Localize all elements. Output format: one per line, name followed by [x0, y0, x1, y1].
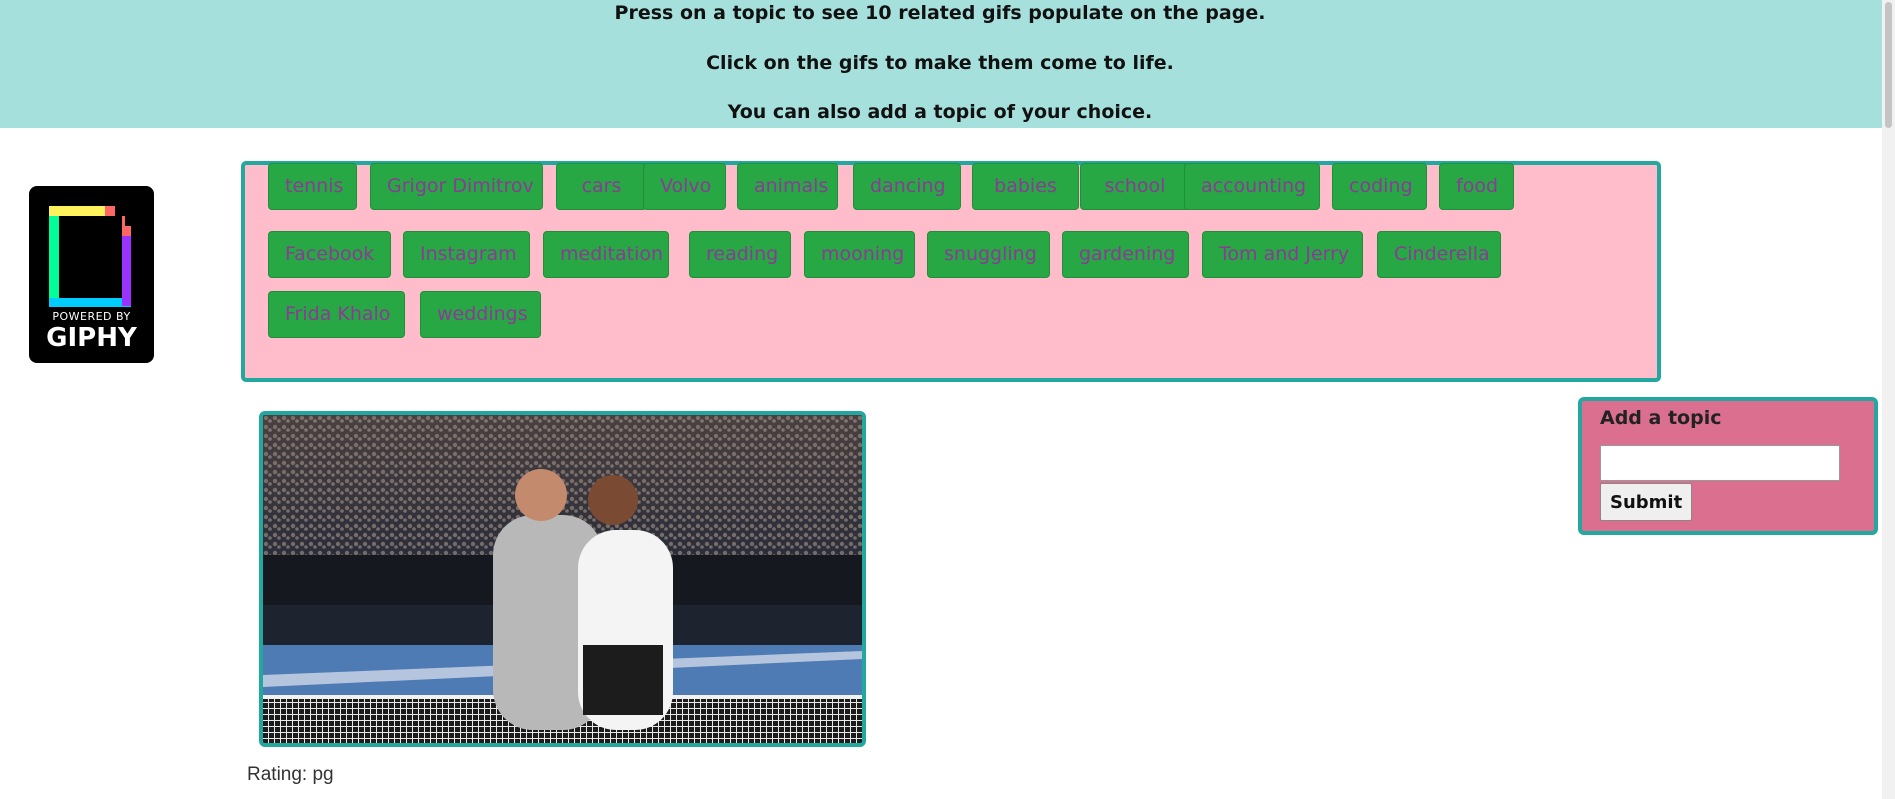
giphy-logo: POWERED BY GIPHY: [29, 186, 154, 363]
topic-button[interactable]: Grigor Dimitrov: [370, 163, 543, 210]
topic-button[interactable]: Instagram: [403, 231, 530, 278]
topic-button[interactable]: cars: [556, 163, 647, 210]
topic-button[interactable]: meditation: [543, 231, 669, 278]
instructions-header: Press on a topic to see 10 related gifs …: [0, 0, 1890, 128]
instruction-line-2: Click on the gifs to make them come to l…: [706, 52, 1174, 74]
topic-button[interactable]: food: [1439, 163, 1514, 210]
instruction-line-1: Press on a topic to see 10 related gifs …: [614, 2, 1266, 24]
topic-button[interactable]: dancing: [853, 163, 961, 210]
topic-button[interactable]: mooning: [804, 231, 915, 278]
scrollbar-thumb[interactable]: [1885, 2, 1892, 128]
topic-button[interactable]: babies: [972, 163, 1079, 210]
topic-button[interactable]: coding: [1332, 163, 1427, 210]
topic-button[interactable]: weddings: [420, 291, 541, 338]
add-topic-title: Add a topic: [1600, 407, 1722, 429]
topic-button[interactable]: animals: [737, 163, 838, 210]
topic-button[interactable]: school: [1080, 163, 1190, 210]
submit-button[interactable]: Submit: [1600, 483, 1693, 521]
powered-by-label: POWERED BY: [52, 310, 131, 323]
vertical-scrollbar[interactable]: [1882, 0, 1895, 799]
gif-rating: Rating: pg: [247, 764, 334, 785]
gif-tile[interactable]: [259, 411, 866, 747]
topic-button[interactable]: tennis: [268, 163, 357, 210]
topic-button[interactable]: reading: [689, 231, 791, 278]
topic-button[interactable]: Facebook: [268, 231, 391, 278]
instruction-line-3: You can also add a topic of your choice.: [727, 101, 1153, 123]
giphy-wordmark: GIPHY: [46, 323, 137, 353]
topic-button[interactable]: snuggling: [927, 231, 1050, 278]
topic-input[interactable]: [1600, 445, 1840, 481]
topic-button[interactable]: gardening: [1062, 231, 1189, 278]
topic-button[interactable]: Volvo: [643, 163, 726, 210]
gif-image: [263, 415, 862, 743]
topic-button[interactable]: Frida Khalo: [268, 291, 405, 338]
topic-button[interactable]: accounting: [1184, 163, 1320, 210]
topic-button[interactable]: Tom and Jerry: [1202, 231, 1363, 278]
topic-button[interactable]: Cinderella: [1377, 231, 1501, 278]
add-topic-form: Add a topic Submit: [1578, 397, 1878, 535]
